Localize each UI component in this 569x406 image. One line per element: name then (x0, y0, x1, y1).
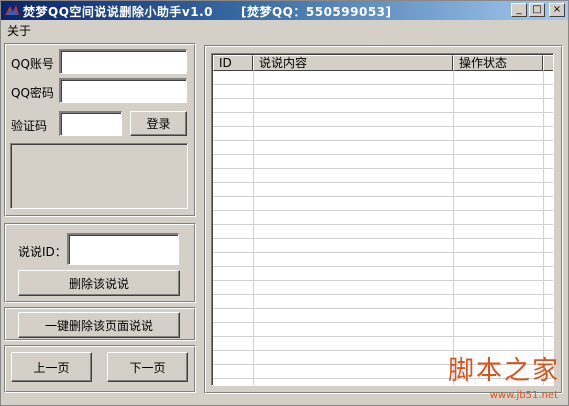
delete-shuoshuo-button[interactable]: 删除该说说 (18, 270, 180, 296)
maximize-button[interactable]: □ (529, 3, 545, 17)
column-header-status[interactable]: 操作状态 (453, 55, 543, 71)
list-grid (213, 71, 553, 385)
app-title-text: 焚梦QQ空间说说删除小助手v1.0 (23, 5, 213, 19)
delete-page-button[interactable]: 一键删除该页面说说 (18, 312, 180, 338)
next-page-button[interactable]: 下一页 (107, 352, 188, 382)
qq-account-input[interactable] (59, 49, 187, 74)
close-icon: × (552, 4, 562, 15)
column-header-content[interactable]: 说说内容 (253, 55, 453, 71)
shuoshuo-list[interactable]: ID 说说内容 操作状态 (211, 53, 554, 386)
grid-line (253, 71, 254, 385)
app-icon (5, 5, 19, 15)
login-button[interactable]: 登录 (130, 111, 187, 136)
shuoshuo-id-label: 说说ID： (18, 245, 67, 259)
menu-about[interactable]: 关于 (7, 22, 31, 39)
captcha-image-box (10, 143, 188, 209)
minimize-button[interactable]: _ (511, 3, 527, 17)
watermark-url: www.jb51.net (489, 390, 558, 401)
window-title: 焚梦QQ空间说说删除小助手v1.0 [焚梦QQ：550599053] (23, 3, 392, 20)
column-header-filler (543, 55, 553, 71)
minimize-icon: _ (516, 4, 522, 15)
maximize-icon: □ (532, 4, 542, 15)
author-qq-text: [焚梦QQ：550599053] (240, 5, 392, 19)
title-bar[interactable]: 焚梦QQ空间说说删除小助手v1.0 [焚梦QQ：550599053] _ □ × (1, 1, 568, 20)
shuoshuo-id-input[interactable] (67, 233, 179, 265)
watermark-text: 脚本之家 (447, 356, 560, 386)
app-window: 焚梦QQ空间说说删除小助手v1.0 [焚梦QQ：550599053] _ □ × … (0, 0, 569, 406)
grid-line (453, 71, 454, 385)
column-header-id[interactable]: ID (213, 55, 253, 71)
close-button[interactable]: × (549, 3, 565, 17)
qq-account-label: QQ账号 (11, 57, 54, 71)
list-header: ID 说说内容 操作状态 (213, 55, 553, 71)
captcha-input[interactable] (59, 111, 122, 136)
grid-line (543, 71, 544, 385)
prev-page-button[interactable]: 上一页 (11, 352, 92, 382)
qq-password-label: QQ密码 (11, 86, 54, 100)
watermark-logo: 脚本之家 (448, 350, 560, 387)
qq-password-input[interactable] (59, 78, 187, 103)
menu-bar: 关于 (1, 20, 568, 38)
captcha-label: 验证码 (11, 119, 48, 133)
